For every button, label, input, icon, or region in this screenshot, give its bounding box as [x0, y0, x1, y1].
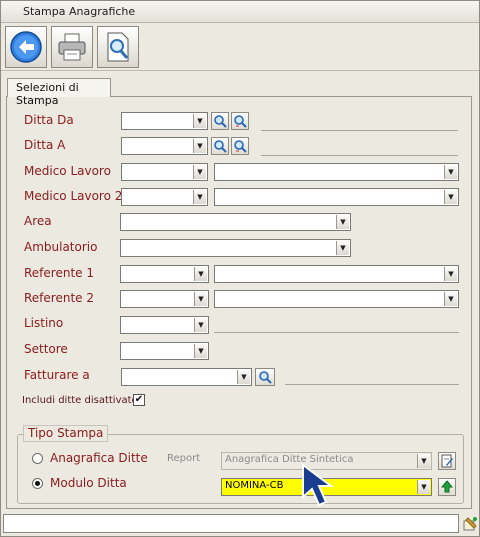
chevron-down-icon[interactable]: ▼	[336, 241, 349, 255]
medico-lavoro-2-desc-combo[interactable]: ▼	[214, 188, 459, 206]
chevron-down-icon[interactable]: ▼	[193, 190, 206, 204]
chevron-down-icon[interactable]: ▼	[193, 165, 206, 179]
label-referente-1: Referente 1	[24, 266, 94, 280]
radio-anagrafica-ditte[interactable]	[32, 453, 43, 464]
ditta-da-combo[interactable]: ▼	[121, 112, 208, 130]
label-settore: Settore	[24, 342, 68, 356]
chevron-down-icon[interactable]: ▼	[194, 344, 207, 358]
magnifier-plus-icon	[234, 115, 247, 128]
label-medico-lavoro-2: Medico Lavoro 2	[24, 189, 123, 203]
label-modulo-ditta: Modulo Ditta	[50, 476, 127, 490]
label-referente-2: Referente 2	[24, 291, 94, 305]
label-ditta-da: Ditta Da	[24, 113, 74, 127]
includi-ditte-disattivate-checkbox[interactable]: ✔	[133, 394, 145, 406]
ditta-da-search-button[interactable]	[211, 112, 229, 130]
back-button[interactable]	[5, 26, 47, 68]
chevron-down-icon[interactable]: ▼	[193, 114, 206, 128]
chevron-down-icon[interactable]: ▼	[237, 370, 250, 384]
chevron-down-icon[interactable]: ▼	[194, 318, 207, 332]
ditta-a-search-advanced-button[interactable]	[231, 137, 249, 155]
report-open-button[interactable]	[438, 452, 456, 470]
magnifier-icon	[214, 115, 227, 128]
window-title: Stampa Anagrafiche	[23, 5, 136, 18]
ditta-a-search-button[interactable]	[211, 137, 229, 155]
ditta-a-combo[interactable]: ▼	[121, 137, 208, 155]
magnifier-icon	[259, 371, 272, 384]
tab-selezioni-di-stampa[interactable]: Selezioni di Stampa	[7, 78, 111, 107]
label-listino: Listino	[24, 316, 64, 330]
printer-icon	[58, 33, 86, 61]
referente-2-code-combo[interactable]: ▼	[120, 290, 209, 308]
divider	[261, 130, 458, 131]
medico-lavoro-code-combo[interactable]: ▼	[121, 163, 208, 181]
print-button[interactable]	[51, 26, 93, 68]
main-window: Stampa Anagrafiche Selezioni di Stampa D…	[0, 0, 480, 537]
ditta-da-search-advanced-button[interactable]	[231, 112, 249, 130]
document-edit-icon	[441, 454, 453, 468]
status-tools-button[interactable]	[461, 514, 479, 533]
print-preview-icon	[107, 32, 129, 62]
chevron-down-icon[interactable]: ▼	[417, 454, 430, 468]
label-fatturare-a: Fatturare a	[24, 368, 90, 382]
chevron-down-icon[interactable]: ▼	[336, 215, 349, 229]
radio-modulo-ditta[interactable]	[32, 478, 43, 489]
divider	[214, 332, 459, 333]
listino-combo[interactable]: ▼	[120, 316, 209, 334]
chevron-down-icon[interactable]: ▼	[194, 267, 207, 281]
ambulatorio-combo[interactable]: ▼	[120, 239, 351, 257]
status-bar	[3, 514, 459, 533]
fatturare-a-search-button[interactable]	[255, 368, 275, 386]
back-arrow-icon	[10, 31, 42, 63]
toolbar	[1, 23, 479, 71]
chevron-down-icon[interactable]: ▼	[444, 267, 457, 281]
divider	[261, 155, 458, 156]
label-ambulatorio: Ambulatorio	[24, 240, 98, 254]
magnifier-plus-icon	[234, 140, 247, 153]
magnifier-icon	[214, 140, 227, 153]
referente-2-desc-combo[interactable]: ▼	[214, 290, 459, 308]
label-includi-ditte-disattivate: Includi ditte disattivate	[22, 395, 138, 406]
tipo-stampa-title: Tipo Stampa	[23, 425, 109, 442]
tools-icon	[463, 516, 477, 530]
fatturare-a-combo[interactable]: ▼	[121, 368, 252, 386]
area-combo[interactable]: ▼	[120, 213, 351, 231]
label-medico-lavoro: Medico Lavoro	[24, 164, 111, 178]
settore-combo[interactable]: ▼	[120, 342, 209, 360]
print-preview-button[interactable]	[97, 26, 139, 68]
medico-lavoro-desc-combo[interactable]: ▼	[214, 163, 459, 181]
chevron-down-icon[interactable]: ▼	[417, 480, 430, 494]
chevron-down-icon[interactable]: ▼	[444, 292, 457, 306]
label-report: Report	[167, 453, 201, 464]
title-bar: Stampa Anagrafiche	[1, 1, 479, 23]
referente-1-code-combo[interactable]: ▼	[120, 265, 209, 283]
label-ditta-a: Ditta A	[24, 138, 66, 152]
mouse-cursor-icon	[302, 463, 334, 507]
label-anagrafica-ditte: Anagrafica Ditte	[50, 451, 148, 465]
divider	[285, 384, 459, 385]
chevron-down-icon[interactable]: ▼	[194, 292, 207, 306]
label-area: Area	[24, 214, 52, 228]
modulo-upload-button[interactable]	[438, 478, 456, 496]
referente-1-desc-combo[interactable]: ▼	[214, 265, 459, 283]
chevron-down-icon[interactable]: ▼	[193, 139, 206, 153]
chevron-down-icon[interactable]: ▼	[444, 165, 457, 179]
upload-arrow-icon	[440, 480, 454, 493]
medico-lavoro-2-code-combo[interactable]: ▼	[121, 188, 208, 206]
chevron-down-icon[interactable]: ▼	[444, 190, 457, 204]
modulo-value: NOMINA-CB	[225, 480, 284, 491]
